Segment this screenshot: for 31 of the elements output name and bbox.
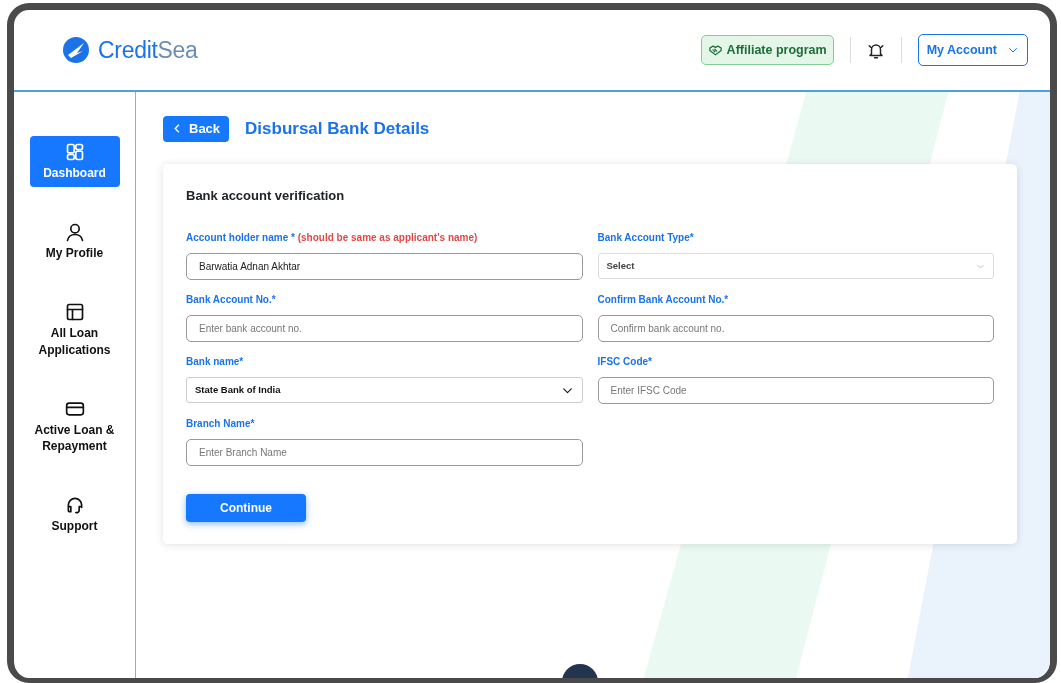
input-field[interactable]: Barwatia Adnan Akhtar (186, 253, 583, 281)
table-icon (64, 302, 85, 323)
input-field[interactable]: Confirm bank account no. (597, 315, 994, 343)
continue-button[interactable]: Continue (186, 494, 306, 523)
select-field[interactable]: State Bank of India (186, 377, 583, 404)
select-field[interactable]: Select (597, 253, 994, 280)
sidebar-item[interactable]: Dashboard (29, 136, 120, 188)
sidebar-item[interactable]: Support (29, 489, 120, 541)
field-label: Branch Name* (186, 417, 256, 432)
my-account-dropdown[interactable]: My Account (917, 33, 1028, 67)
person-icon (64, 222, 85, 243)
field-label: Bank name* (186, 355, 245, 370)
back-button[interactable]: Back (163, 116, 230, 142)
bell-icon (866, 41, 885, 60)
affiliate-program-button[interactable]: Affiliate program (700, 34, 834, 66)
field-label: IFSC Code* (597, 355, 653, 370)
brand-name: CreditSea (98, 35, 198, 65)
input-field[interactable]: Enter IFSC Code (597, 377, 994, 405)
sidebar-item[interactable]: All Loan Applications (29, 296, 120, 364)
input-field[interactable]: Enter Branch Name (186, 439, 583, 467)
field-label: Confirm Bank Account No.* (597, 293, 730, 308)
logo-icon (62, 36, 90, 64)
dashboard-grid-icon (64, 142, 85, 162)
input-field[interactable]: Enter bank account no. (186, 315, 583, 343)
field-label: Bank Account Type* (597, 231, 695, 246)
sidebar-item[interactable]: Active Loan & Repayment (29, 392, 120, 461)
sidebar-item[interactable]: My Profile (29, 216, 120, 268)
field-label: Bank Account No.* (186, 293, 277, 308)
page-title: Disbursal Bank Details (245, 118, 430, 139)
form-section-title: Bank account verification (186, 187, 346, 204)
field-label: Account holder name * (should be same as applicant's name) (186, 231, 479, 246)
